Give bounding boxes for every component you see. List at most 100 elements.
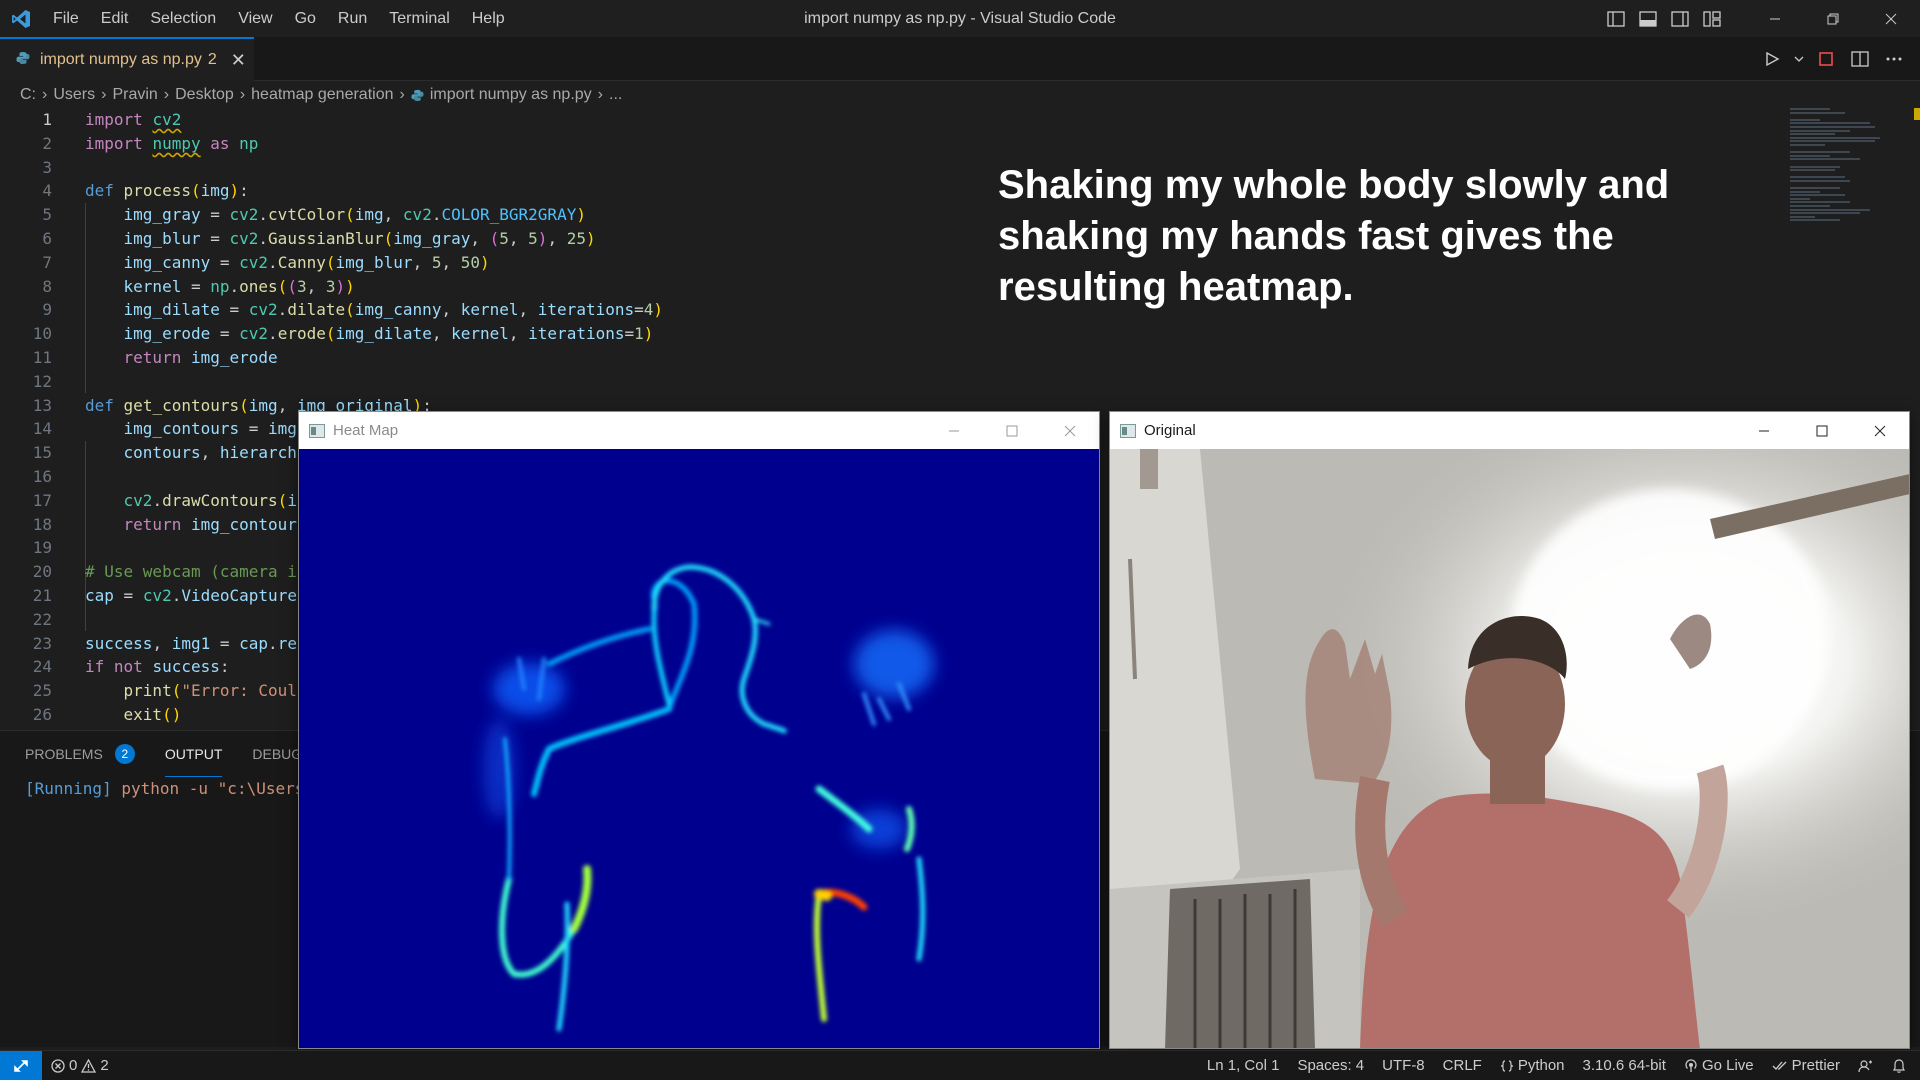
minimap[interactable]	[1790, 108, 1904, 222]
menu-run[interactable]: Run	[327, 0, 378, 37]
line-number: 19	[32, 538, 52, 558]
title-bar: File Edit Selection View Go Run Terminal…	[0, 0, 1920, 37]
code-line[interactable]	[85, 370, 663, 394]
problems-status[interactable]: 0 2	[42, 1051, 118, 1080]
line-number: 20	[32, 562, 52, 582]
minimap-line	[1790, 197, 1810, 200]
close-tab-icon[interactable]: ✕	[231, 50, 246, 71]
heatmap-minimize-icon[interactable]	[925, 412, 983, 449]
more-actions-icon[interactable]	[1880, 45, 1908, 73]
code-line[interactable]: import cv2	[85, 108, 663, 132]
language-mode[interactable]: Python	[1491, 1051, 1574, 1080]
minimize-icon[interactable]	[1746, 0, 1804, 37]
heatmap-close-icon[interactable]	[1041, 412, 1099, 449]
line-number: 16	[32, 466, 52, 486]
code-line[interactable]: img_blur = cv2.GaussianBlur(img_gray, (5…	[85, 227, 663, 251]
menu-selection[interactable]: Selection	[139, 0, 227, 37]
minimap-line	[1790, 143, 1825, 146]
code-line[interactable]: return img_erode	[85, 346, 663, 370]
language-label: Python	[1517, 1057, 1565, 1074]
minimap-line	[1790, 219, 1840, 222]
run-dropdown-chevron-icon[interactable]	[1792, 45, 1806, 73]
error-count: 0	[69, 1056, 78, 1074]
split-editor-icon[interactable]	[1846, 45, 1874, 73]
tab-import-numpy[interactable]: import numpy as np.py 2 ✕	[0, 37, 254, 81]
breadcrumb-desktop[interactable]: Desktop	[175, 86, 234, 104]
original-minimize-icon[interactable]	[1735, 412, 1793, 449]
menu-help[interactable]: Help	[461, 0, 516, 37]
code-line[interactable]: kernel = np.ones((3, 3))	[85, 275, 663, 299]
stop-icon[interactable]	[1812, 45, 1840, 73]
run-python-file-icon[interactable]	[1758, 45, 1786, 73]
breadcrumb-file[interactable]: import numpy as np.py	[430, 86, 592, 104]
cursor-position[interactable]: Ln 1, Col 1	[1198, 1051, 1289, 1080]
tab-problems[interactable]: PROBLEMS 2	[25, 731, 135, 777]
line-number: 1	[42, 110, 52, 129]
original-titlebar[interactable]: Original	[1110, 412, 1909, 449]
code-line[interactable]: img_canny = cv2.Canny(img_blur, 5, 50)	[85, 251, 663, 275]
output-running-label: [Running]	[25, 779, 112, 798]
minimap-line	[1790, 136, 1880, 139]
python-interpreter[interactable]: 3.10.6 64-bit	[1574, 1051, 1675, 1080]
heatmap-titlebar[interactable]: Heat Map	[299, 412, 1099, 449]
double-check-icon	[1772, 1061, 1787, 1070]
restore-icon[interactable]	[1804, 0, 1862, 37]
code-line[interactable]: img_dilate = cv2.dilate(img_canny, kerne…	[85, 298, 664, 322]
go-live-label: Go Live	[1701, 1057, 1754, 1074]
line-number: 9	[42, 300, 52, 320]
line-number: 22	[32, 609, 52, 629]
breadcrumb-users[interactable]: Users	[53, 86, 95, 104]
toggle-secondary-sidebar-icon[interactable]	[1664, 0, 1696, 37]
notifications-bell-icon[interactable]	[1883, 1051, 1920, 1080]
close-window-icon[interactable]	[1862, 0, 1920, 37]
window-app-icon	[1120, 423, 1136, 438]
indentation[interactable]: Spaces: 4	[1288, 1051, 1373, 1080]
code-line[interactable]: def process(img):	[85, 179, 663, 203]
go-live-button[interactable]: Go Live	[1675, 1051, 1763, 1080]
minimap-line	[1790, 165, 1840, 168]
original-close-icon[interactable]	[1851, 412, 1909, 449]
minimap-line	[1790, 179, 1850, 182]
heatmap-maximize-icon[interactable]	[983, 412, 1041, 449]
menu-terminal[interactable]: Terminal	[378, 0, 460, 37]
breadcrumb-drive[interactable]: C:	[20, 86, 36, 104]
minimap-line	[1790, 118, 1820, 121]
output-command: python -u "c:\Users	[121, 779, 305, 798]
minimap-line	[1790, 205, 1830, 208]
encoding[interactable]: UTF-8	[1373, 1051, 1434, 1080]
original-window[interactable]: Original	[1109, 411, 1910, 1049]
breadcrumb-symbol[interactable]: ...	[609, 86, 622, 104]
menu-go[interactable]: Go	[284, 0, 327, 37]
feedback-icon[interactable]	[1849, 1051, 1883, 1080]
remote-indicator-icon[interactable]	[0, 1050, 42, 1080]
tab-problems-label: PROBLEMS	[25, 746, 103, 762]
line-number: 23	[32, 633, 52, 653]
prettier-label: Prettier	[1791, 1057, 1840, 1074]
minimap-line	[1790, 187, 1840, 190]
breadcrumb-pravin[interactable]: Pravin	[112, 86, 157, 104]
original-maximize-icon[interactable]	[1793, 412, 1851, 449]
code-line[interactable]: img_gray = cv2.cvtColor(img, cv2.COLOR_B…	[85, 203, 663, 227]
menu-edit[interactable]: Edit	[90, 0, 140, 37]
minimap-line	[1790, 215, 1815, 218]
line-number: 6	[42, 228, 52, 248]
line-number: 25	[32, 681, 52, 701]
tab-output[interactable]: OUTPUT	[164, 731, 223, 777]
line-number: 5	[42, 205, 52, 225]
customize-layout-icon[interactable]	[1696, 0, 1728, 37]
code-line[interactable]: img_erode = cv2.erode(img_dilate, kernel…	[85, 322, 663, 346]
toggle-primary-sidebar-icon[interactable]	[1600, 0, 1632, 37]
heatmap-window[interactable]: Heat Map	[298, 411, 1100, 1049]
code-line[interactable]: import numpy as np	[85, 132, 663, 156]
heatmap-window-title: Heat Map	[333, 422, 399, 439]
overlay-caption: Shaking my whole body slowly and shaking…	[998, 163, 1670, 309]
menu-file[interactable]: File	[42, 0, 90, 37]
prettier-button[interactable]: Prettier	[1763, 1051, 1849, 1080]
toggle-panel-icon[interactable]	[1632, 0, 1664, 37]
breadcrumb-folder[interactable]: heatmap generation	[251, 86, 393, 104]
menu-view[interactable]: View	[227, 0, 283, 37]
code-line[interactable]	[85, 156, 663, 180]
end-of-line[interactable]: CRLF	[1434, 1051, 1491, 1080]
window-app-icon	[309, 423, 325, 438]
line-number: 4	[42, 181, 52, 201]
